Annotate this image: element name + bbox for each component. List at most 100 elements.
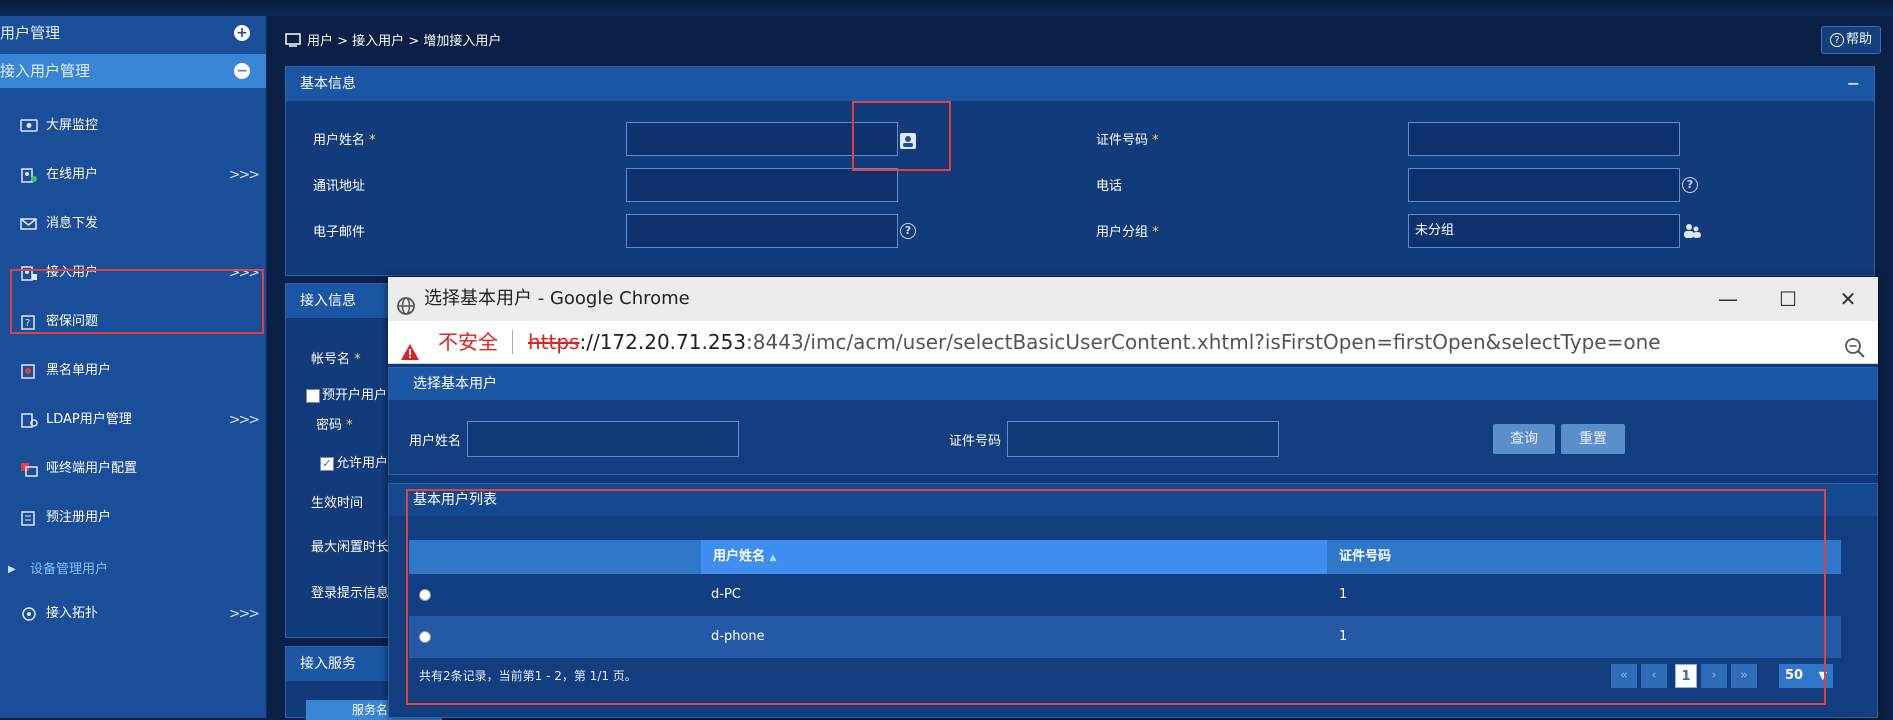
user-group-input[interactable]: 未分组 (1408, 214, 1680, 248)
sort-ascending-icon: ▲ (769, 553, 777, 563)
sidebar-item-label: 接入用户 (46, 265, 99, 280)
login-prompt-label: 登录提示信息 (311, 586, 390, 601)
email-input[interactable] (626, 214, 898, 248)
address-bar[interactable]: 不安全 https://172.20.71.253:8443/imc/acm/u… (388, 321, 1878, 364)
select-user-icon[interactable] (900, 133, 916, 149)
sidebar-item-ldap[interactable]: LDAP用户管理 >>> (0, 400, 266, 440)
checkbox-checked-icon[interactable]: ✓ (320, 456, 334, 471)
email-help-icon[interactable]: ? (900, 223, 916, 239)
sidebar-item-security-question[interactable]: ? 密保问题 (0, 302, 266, 342)
sidebar-item-label: 在线用户 (46, 167, 99, 182)
sidebar-item-label: 接入拓扑 (46, 606, 99, 621)
column-header-id-number[interactable]: 证件号码 (1327, 540, 1841, 574)
sidebar-group-device-management[interactable]: ▶ 设备管理用户 (0, 550, 266, 590)
email-label: 电子邮件 (313, 225, 366, 240)
topology-icon (20, 606, 38, 622)
help-button[interactable]: ? 帮助 (1820, 26, 1881, 54)
help-label: 帮助 (1845, 32, 1872, 47)
basic-info-title: 基本信息 (300, 76, 356, 92)
sidebar: 用户管理 + 接入用户管理 − 大屏监控 在线用户 >>> 消息下发 接入用户 … (0, 16, 267, 718)
column-header-user-name[interactable]: 用户姓名 ▲ (701, 540, 1327, 574)
expand-arrow-icon[interactable]: >>> (229, 400, 260, 440)
prev-page-button[interactable]: ‹ (1641, 664, 1667, 688)
sidebar-item-preregister[interactable]: 预注册用户 (0, 498, 266, 538)
sidebar-item-blacklist[interactable]: 黑名单用户 (0, 351, 266, 391)
effective-time-label: 生效时间 (311, 496, 364, 511)
pagination-bar: 共有2条记录，当前第1 - 2，第 1/1 页。 « ‹ 1 › » 50 ▼ (409, 660, 1841, 692)
collapse-icon[interactable]: − (234, 63, 250, 79)
address-input[interactable] (626, 168, 898, 202)
preopen-user-checkbox[interactable]: 预开户用户 (306, 384, 387, 403)
monitor-icon (20, 118, 38, 134)
security-question-icon: ? (20, 314, 38, 330)
max-idle-label: 最大闲置时长 (311, 540, 390, 555)
first-page-button[interactable]: « (1611, 664, 1637, 688)
page-size-select[interactable]: 50 ▼ (1779, 664, 1833, 688)
popup-title-bar: 选择基本用户 - Google Chrome — ☐ ✕ (388, 277, 1878, 321)
sidebar-item-label: 黑名单用户 (46, 363, 112, 378)
last-page-button[interactable]: » (1731, 664, 1757, 688)
not-secure-label[interactable]: 不安全 (438, 321, 498, 363)
next-page-button[interactable]: › (1701, 664, 1727, 688)
user-name-input[interactable] (626, 122, 898, 156)
message-icon (20, 216, 38, 232)
phone-input[interactable] (1408, 168, 1680, 202)
query-button[interactable]: 查询 (1493, 424, 1555, 454)
url-text[interactable]: https://172.20.71.253:8443/imc/acm/user/… (528, 321, 1661, 363)
sidebar-item-label: 哑终端用户配置 (46, 461, 138, 476)
phone-help-icon[interactable]: ? (1682, 177, 1698, 193)
sidebar-item-message[interactable]: 消息下发 (0, 204, 266, 244)
table-row[interactable]: d-phone 1 (409, 616, 1841, 658)
breadcrumb: 用户 > 接入用户 > 增加接入用户 (285, 30, 501, 51)
sidebar-group-access-user-management[interactable]: 接入用户管理 − (0, 54, 266, 88)
allow-user-checkbox[interactable]: ✓ 允许用户 (320, 452, 388, 471)
row-radio-button[interactable] (419, 631, 431, 643)
sidebar-item-access-topology[interactable]: 接入拓扑 >>> (0, 594, 266, 634)
id-number-input[interactable] (1408, 122, 1680, 156)
table-row[interactable]: d-PC 1 (409, 574, 1841, 616)
window-maximize-button[interactable]: ☐ (1758, 277, 1818, 321)
expand-arrow-icon[interactable]: >>> (229, 253, 260, 293)
expand-arrow-icon[interactable]: >>> (229, 155, 260, 195)
search-panel-header: 选择基本用户 (389, 368, 1877, 400)
password-label: 密码 * (316, 418, 353, 433)
svg-text:?: ? (25, 318, 30, 329)
user-group-select-icon[interactable] (1682, 222, 1702, 244)
breadcrumb-text: 用户 > 接入用户 > 增加接入用户 (307, 34, 502, 49)
expand-arrow-icon[interactable]: >>> (229, 594, 260, 634)
basic-info-panel: 基本信息 − 用户姓名 * 证件号码 * 通讯地址 电话 ? 电子邮件 ? 用户… (285, 66, 1875, 276)
sidebar-section-user-management[interactable]: 用户管理 + (0, 16, 266, 50)
window-minimize-button[interactable]: — (1698, 277, 1758, 321)
row-radio-button[interactable] (419, 589, 431, 601)
window-close-button[interactable]: ✕ (1818, 277, 1878, 321)
reset-button[interactable]: 重置 (1561, 424, 1625, 454)
sidebar-group-label: 设备管理用户 (30, 562, 109, 577)
dumb-terminal-icon (20, 461, 38, 477)
search-name-label: 用户姓名 (409, 434, 462, 449)
search-id-label: 证件号码 (949, 434, 1002, 449)
minimize-panel-icon[interactable]: − (1847, 67, 1860, 101)
sidebar-section-title: 用户管理 (0, 24, 61, 42)
access-service-title: 接入服务 (300, 656, 356, 672)
sidebar-item-access-users[interactable]: 接入用户 >>> (0, 253, 266, 293)
sidebar-item-online-users[interactable]: 在线用户 >>> (0, 155, 266, 195)
search-name-input[interactable] (467, 421, 739, 457)
search-id-input[interactable] (1007, 421, 1279, 457)
current-page[interactable]: 1 (1675, 664, 1697, 688)
user-name-label: 用户姓名 * (313, 133, 376, 148)
user-list-header: 基本用户列表 (389, 484, 1877, 516)
expand-icon[interactable]: + (234, 25, 250, 41)
online-user-icon (20, 167, 38, 183)
sidebar-item-dumb-terminal[interactable]: 哑终端用户配置 (0, 449, 266, 489)
url-separator (512, 330, 513, 354)
sidebar-item-label: 密保问题 (46, 314, 99, 329)
ldap-icon (20, 412, 38, 428)
id-number-label: 证件号码 * (1096, 133, 1159, 148)
checkbox-icon[interactable] (306, 388, 320, 403)
sidebar-item-dashboard[interactable]: 大屏监控 (0, 106, 266, 146)
column-header-select (409, 540, 701, 574)
row-user-name: d-PC (711, 587, 741, 602)
sidebar-item-label: 大屏监控 (46, 118, 99, 133)
phone-label: 电话 (1096, 179, 1123, 194)
preregister-icon (20, 510, 38, 526)
